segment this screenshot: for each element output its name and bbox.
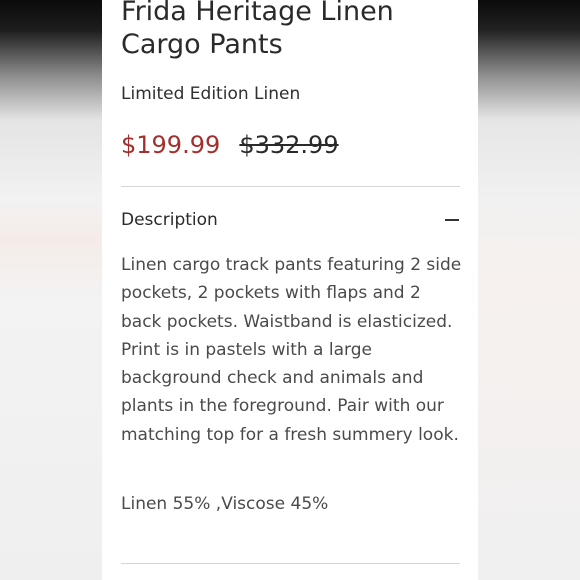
sale-price: $199.99 <box>121 131 221 159</box>
product-card: Frida Heritage Linen Cargo Pants Limited… <box>102 0 478 580</box>
price-row: $199.99 $332.99 <box>121 131 339 163</box>
product-subtitle: Limited Edition Linen <box>121 84 301 104</box>
material-composition: Linen 55% ,Viscose 45% <box>121 494 329 514</box>
description-header: Description <box>121 210 218 230</box>
divider <box>121 186 460 187</box>
description-toggle[interactable]: Description <box>121 206 460 234</box>
original-price: $332.99 <box>239 131 339 159</box>
product-title: Frida Heritage Linen Cargo Pants <box>121 0 394 60</box>
background-right <box>478 0 580 580</box>
background-left <box>0 0 102 580</box>
description-text: Linen cargo track pants featuring 2 side… <box>121 255 462 445</box>
minus-icon[interactable] <box>445 219 459 221</box>
divider <box>121 563 460 564</box>
